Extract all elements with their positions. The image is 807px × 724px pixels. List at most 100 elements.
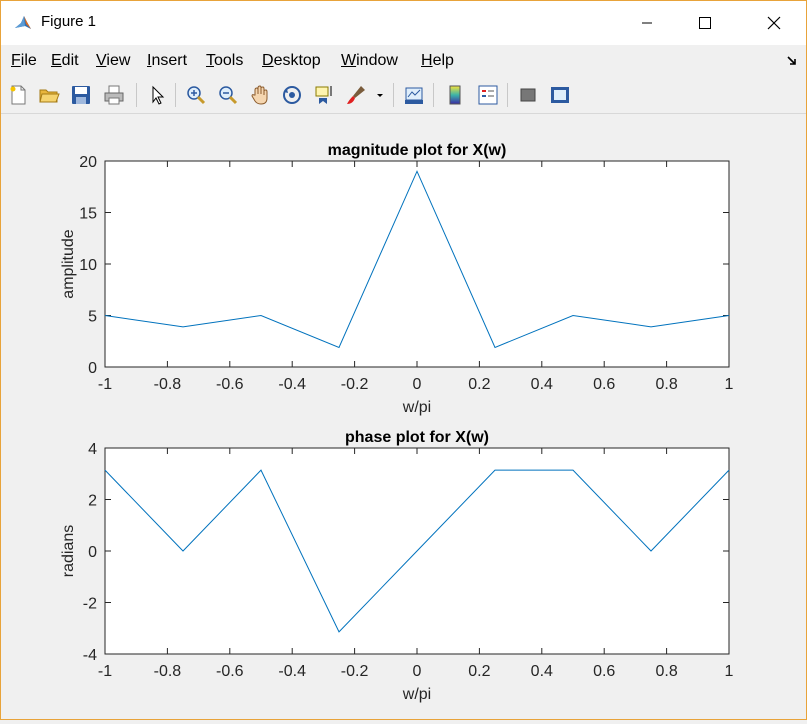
y-tick-label: 10 bbox=[79, 257, 97, 274]
x-tick-label: 0 bbox=[413, 663, 422, 680]
x-tick-label: 0.2 bbox=[468, 376, 490, 393]
y-tick-label: 5 bbox=[88, 309, 97, 326]
maximize-icon bbox=[699, 17, 711, 29]
toolbar-separator bbox=[433, 83, 434, 107]
insert-colorbar-button[interactable] bbox=[442, 82, 468, 108]
x-tick-label: -0.6 bbox=[216, 663, 244, 680]
data-cursor-icon bbox=[315, 86, 332, 104]
hide-plot-tools-button[interactable] bbox=[515, 82, 541, 108]
print-button[interactable] bbox=[101, 82, 127, 108]
x-tick-label: -1 bbox=[98, 663, 112, 680]
rotate-3d-button[interactable] bbox=[279, 82, 305, 108]
axes-2[interactable]: -1 -0.8 -0.6 -0.4 -0.2 0 0.2 0.4 0.6 0.8 1 -4 -2 0 2 4 p… bbox=[60, 429, 734, 703]
y-axis-label: amplitude bbox=[60, 229, 77, 298]
open-file-button[interactable] bbox=[36, 82, 62, 108]
x-tick-label: 0.8 bbox=[655, 376, 677, 393]
legend-icon bbox=[478, 85, 498, 105]
menu-file[interactable]: File bbox=[11, 52, 37, 70]
y-tick-label: 2 bbox=[88, 493, 97, 510]
zoom-in-icon bbox=[187, 86, 206, 105]
x-tick-label: 0.4 bbox=[531, 663, 553, 680]
matlab-logo-icon bbox=[13, 13, 33, 33]
data-cursor-button[interactable] bbox=[311, 82, 337, 108]
hide-plot-tools-icon bbox=[520, 88, 536, 102]
x-tick-label: 0.6 bbox=[593, 376, 615, 393]
x-tick-label: 0.8 bbox=[655, 663, 677, 680]
y-tick-label: -2 bbox=[83, 596, 97, 613]
plots-svg: -1 -0.8 -0.6 -0.4 -0.2 0 0.2 0.4 0.6 0.8 105101520… bbox=[60, 142, 734, 703]
print-icon bbox=[104, 85, 124, 105]
y-tick-label: 15 bbox=[79, 206, 97, 223]
x-tick-label: -0.6 bbox=[216, 376, 244, 393]
x-tick-label: 1 bbox=[725, 376, 734, 393]
maximize-button[interactable] bbox=[682, 1, 728, 45]
toolbar-separator bbox=[393, 83, 394, 107]
x-tick-label: -0.8 bbox=[154, 376, 182, 393]
figure-toolbar bbox=[1, 77, 806, 114]
menu-insert[interactable]: Insert bbox=[147, 52, 187, 70]
chart-title: phase plot for X(w) bbox=[345, 429, 489, 446]
link-plot-icon bbox=[405, 87, 423, 104]
zoom-out-icon bbox=[219, 86, 238, 105]
new-figure-icon bbox=[10, 85, 26, 105]
show-plot-tools-button[interactable] bbox=[547, 82, 573, 108]
close-button[interactable] bbox=[751, 1, 797, 45]
zoom-in-button[interactable] bbox=[183, 82, 209, 108]
colorbar-icon bbox=[449, 85, 461, 105]
x-tick-label: -0.8 bbox=[154, 663, 182, 680]
axes-1[interactable]: -1 -0.8 -0.6 -0.4 -0.2 0 0.2 0.4 0.6 0.8 105101520… bbox=[60, 142, 734, 416]
x-tick-label: 0.2 bbox=[468, 663, 490, 680]
y-axis-label: radians bbox=[60, 525, 77, 577]
rotate-3d-icon bbox=[283, 86, 301, 104]
menu-bar: File Edit View Insert Tools Desktop Wind… bbox=[1, 45, 806, 77]
y-tick-label: 0 bbox=[88, 360, 97, 377]
x-tick-label: -0.2 bbox=[341, 663, 369, 680]
x-axis-label: w/pi bbox=[402, 399, 431, 416]
x-tick-label: -1 bbox=[98, 376, 112, 393]
menu-tools[interactable]: Tools bbox=[206, 52, 243, 70]
menu-help[interactable]: Help bbox=[421, 52, 454, 70]
axes-box bbox=[104, 160, 730, 368]
zoom-out-button[interactable] bbox=[215, 82, 241, 108]
y-tick-label: 0 bbox=[88, 544, 97, 561]
x-tick-label: 1 bbox=[725, 663, 734, 680]
x-tick-label: 0.6 bbox=[593, 663, 615, 680]
brush-icon bbox=[347, 86, 365, 104]
menu-window[interactable]: Window bbox=[341, 52, 398, 70]
chart-title: magnitude plot for X(w) bbox=[328, 142, 507, 159]
figure-window: Figure 1 File Edit View Insert Tools Des… bbox=[0, 0, 807, 720]
minimize-button[interactable] bbox=[624, 1, 670, 45]
title-bar[interactable]: Figure 1 bbox=[1, 1, 806, 45]
pan-button[interactable] bbox=[247, 82, 273, 108]
window-title: Figure 1 bbox=[41, 13, 97, 30]
link-plot-button[interactable] bbox=[401, 82, 427, 108]
new-figure-button[interactable] bbox=[5, 82, 31, 108]
menu-desktop[interactable]: Desktop bbox=[262, 52, 321, 70]
brush-dropdown-icon bbox=[377, 94, 383, 97]
brush-button[interactable] bbox=[343, 82, 369, 108]
show-plot-tools-icon bbox=[551, 87, 569, 103]
toolbar-separator bbox=[507, 83, 508, 107]
y-tick-label: -4 bbox=[83, 647, 97, 664]
close-icon bbox=[767, 16, 781, 30]
dock-figure-icon[interactable] bbox=[786, 55, 798, 67]
brush-dropdown-button[interactable] bbox=[373, 82, 387, 108]
toolbar-separator bbox=[136, 83, 137, 107]
menu-view[interactable]: View bbox=[96, 52, 130, 70]
x-tick-label: 0 bbox=[413, 376, 422, 393]
x-axis-label: w/pi bbox=[402, 686, 431, 703]
x-tick-label: -0.2 bbox=[341, 376, 369, 393]
minimize-icon bbox=[642, 22, 652, 24]
edit-plot-button[interactable] bbox=[144, 82, 170, 108]
menu-edit[interactable]: Edit bbox=[51, 52, 79, 70]
save-icon bbox=[72, 86, 90, 104]
open-file-icon bbox=[39, 89, 60, 103]
insert-legend-button[interactable] bbox=[475, 82, 501, 108]
pointer-icon bbox=[152, 85, 165, 105]
x-tick-label: -0.4 bbox=[278, 663, 306, 680]
toolbar-separator bbox=[175, 83, 176, 107]
y-tick-label: 4 bbox=[88, 441, 97, 458]
save-button[interactable] bbox=[68, 82, 94, 108]
figure-canvas[interactable]: -1 -0.8 -0.6 -0.4 -0.2 0 0.2 0.4 0.6 0.8 1 0 5 10 15 20… bbox=[1, 114, 806, 719]
x-tick-label: 0.4 bbox=[531, 376, 553, 393]
